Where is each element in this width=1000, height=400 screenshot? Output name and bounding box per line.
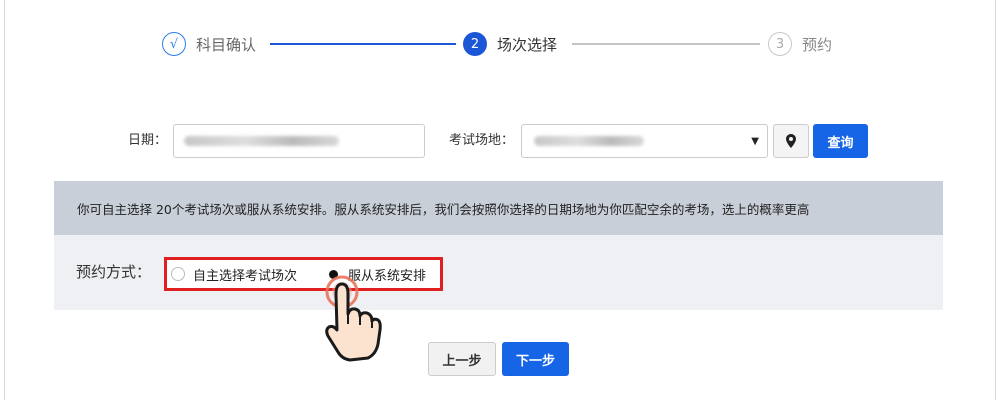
step-2-label: 场次选择: [497, 35, 558, 54]
step-1-label: 科目确认: [196, 35, 257, 54]
location-button[interactable]: [773, 124, 809, 158]
step-3-number: 3: [768, 32, 792, 56]
notice-text: 你可自主选择 20个考试场次或服从系统安排。服从系统安排后，我们会按照你选择的日…: [77, 201, 810, 217]
step-connector-2: [572, 43, 760, 45]
reservation-method-panel: 预约方式： 自主选择考试场次 服从系统安排: [54, 235, 943, 310]
venue-value-redacted: [534, 136, 644, 146]
map-pin-icon: [786, 134, 796, 148]
query-row: 日期： 考试场地： ▼ 查询: [0, 124, 1000, 158]
step-3-label: 预约: [802, 35, 833, 54]
step-1-check-icon: √: [162, 32, 186, 56]
venue-label: 考试场地：: [449, 133, 515, 148]
progress-steps: √ 科目确认 2 场次选择 3 预约: [0, 30, 1000, 58]
next-step-button[interactable]: 下一步: [502, 342, 569, 376]
date-label: 日期：: [128, 133, 168, 148]
hand-pointer-icon: [325, 275, 382, 362]
venue-select[interactable]: ▼: [521, 124, 768, 158]
date-input[interactable]: [173, 124, 425, 158]
previous-step-button[interactable]: 上一步: [428, 342, 496, 376]
caret-down-icon: ▼: [751, 136, 759, 147]
step-2-number: 2: [463, 32, 487, 56]
step-session-select: 2 场次选择: [463, 30, 557, 58]
query-button[interactable]: 查询: [813, 124, 868, 158]
method-label: 预约方式：: [76, 263, 152, 281]
step-reservation: 3 预约: [768, 30, 832, 58]
step-connector-1: [270, 43, 456, 45]
date-value-redacted: [184, 136, 339, 146]
radio-unchecked-icon[interactable]: [171, 267, 185, 281]
method-options-highlight: 自主选择考试场次 服从系统安排: [164, 257, 443, 291]
step-subject-confirm[interactable]: √ 科目确认: [162, 30, 256, 58]
notice-bar: 你可自主选择 20个考试场次或服从系统安排。服从系统安排后，我们会按照你选择的日…: [54, 181, 943, 235]
option-self-select-label: 自主选择考试场次: [193, 268, 298, 284]
option-self-select[interactable]: 自主选择考试场次: [171, 260, 297, 288]
